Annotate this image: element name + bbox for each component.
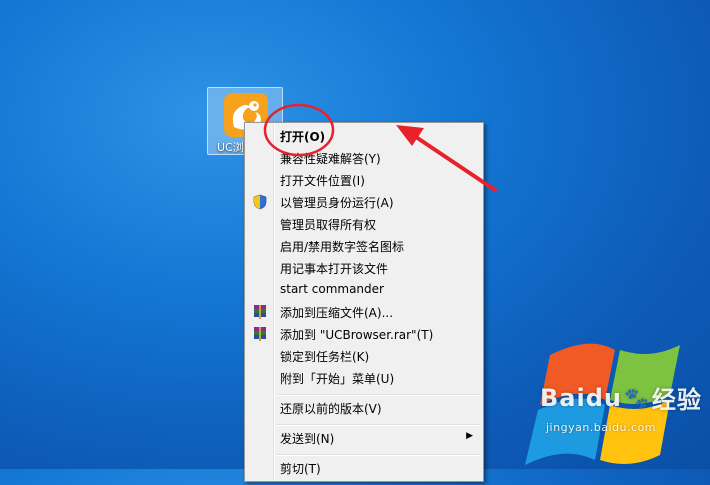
context-menu: 打开(O) 兼容性疑难解答(Y) 打开文件位置(I) 以管理员身份运行(A) 管… — [244, 122, 484, 482]
menu-item-open[interactable]: 打开(O) — [247, 125, 481, 147]
menu-item-label: 打开文件位置(I) — [280, 174, 365, 188]
winrar-icon — [254, 305, 266, 319]
menu-item-add-to-archive[interactable]: 添加到压缩文件(A)... — [247, 301, 481, 323]
menu-item-run-as-admin[interactable]: 以管理员身份运行(A) — [247, 191, 481, 213]
menu-item-label: 启用/禁用数字签名图标 — [280, 240, 405, 254]
menu-item-cut[interactable]: 剪切(T) — [247, 457, 481, 479]
menu-item-label: 以管理员身份运行(A) — [280, 196, 394, 210]
menu-item-toggle-signature-icon[interactable]: 启用/禁用数字签名图标 — [247, 235, 481, 257]
menu-item-label: 发送到(N) — [280, 432, 335, 446]
watermark-url: jingyan.baidu.com — [546, 421, 657, 434]
menu-item-restore-previous[interactable]: 还原以前的版本(V) — [247, 397, 481, 419]
menu-item-send-to[interactable]: 发送到(N) ▶ — [247, 427, 481, 449]
watermark-suffix: 经验 — [651, 386, 702, 414]
menu-item-label: 添加到 "UCBrowser.rar"(T) — [280, 328, 434, 342]
menu-item-label: 锁定到任务栏(K) — [280, 350, 370, 364]
menu-item-label: 打开(O) — [280, 130, 326, 144]
menu-separator — [276, 394, 480, 396]
menu-item-label: 管理员取得所有权 — [280, 218, 377, 232]
menu-item-pin-to-taskbar[interactable]: 锁定到任务栏(K) — [247, 345, 481, 367]
menu-item-open-with-notepad[interactable]: 用记事本打开该文件 — [247, 257, 481, 279]
menu-item-add-to-rar[interactable]: 添加到 "UCBrowser.rar"(T) — [247, 323, 481, 345]
menu-separator — [276, 454, 480, 456]
paw-icon: 🐾 — [623, 385, 650, 410]
uac-shield-icon — [253, 194, 267, 210]
menu-item-start-commander[interactable]: start commander — [247, 279, 481, 301]
menu-item-label: 兼容性疑难解答(Y) — [280, 152, 381, 166]
menu-separator — [276, 424, 480, 426]
desktop: Baidu 🐾 经验 jingyan.baidu.com UC浏览器 打开(O)… — [0, 0, 710, 482]
menu-item-pin-to-start[interactable]: 附到「开始」菜单(U) — [247, 367, 481, 389]
menu-item-label: 添加到压缩文件(A)... — [280, 306, 394, 320]
submenu-arrow-icon: ▶ — [466, 431, 473, 441]
baidu-watermark: Baidu 🐾 经验 jingyan.baidu.com — [540, 380, 702, 435]
menu-item-compat-troubleshoot[interactable]: 兼容性疑难解答(Y) — [247, 147, 481, 169]
menu-item-label: 还原以前的版本(V) — [280, 402, 382, 416]
menu-item-label: 附到「开始」菜单(U) — [280, 372, 395, 386]
menu-item-label: start commander — [280, 282, 384, 296]
menu-item-take-ownership[interactable]: 管理员取得所有权 — [247, 213, 481, 235]
menu-item-label: 用记事本打开该文件 — [280, 262, 389, 276]
watermark-brand: Baidu — [540, 383, 622, 412]
menu-item-open-file-location[interactable]: 打开文件位置(I) — [247, 169, 481, 191]
winrar-icon — [254, 327, 266, 341]
